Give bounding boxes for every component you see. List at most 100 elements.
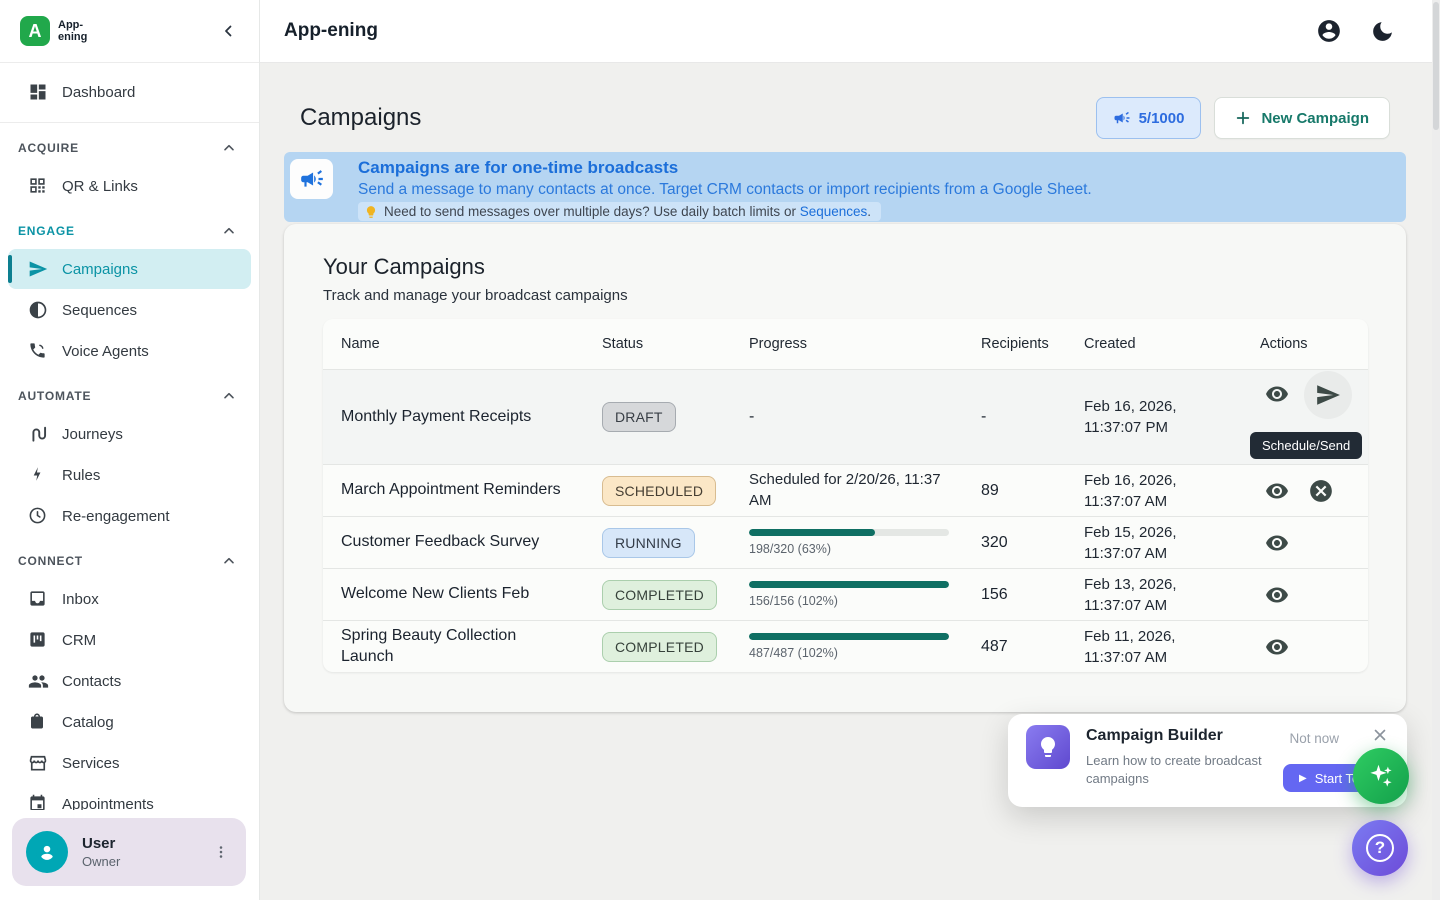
sidebar-item-appointments[interactable]: Appointments — [8, 784, 251, 810]
sidebar-section-connect[interactable]: CONNECT — [0, 544, 259, 578]
actions-cell — [1242, 465, 1368, 516]
progress-bar — [749, 633, 949, 640]
sidebar-item-campaigns[interactable]: Campaigns — [8, 249, 251, 289]
sidebar-divider — [0, 122, 259, 123]
topbar-title: App-ening — [284, 20, 1316, 42]
dark-mode-toggle[interactable] — [1370, 18, 1396, 44]
app-logo-letter: A — [29, 21, 42, 42]
close-button[interactable] — [1371, 724, 1393, 746]
sidebar-item-label: Catalog — [62, 714, 114, 731]
quota-value: 5/1000 — [1139, 110, 1185, 127]
sidebar-item-label: Appointments — [62, 796, 154, 811]
progress-label: 198/320 (63%) — [749, 542, 949, 556]
sidebar-item-label: QR & Links — [62, 178, 138, 195]
col-actions: Actions — [1242, 336, 1368, 352]
campaign-quota-badge[interactable]: 5/1000 — [1096, 97, 1202, 139]
campaign-name: Monthly Payment Receipts — [323, 407, 584, 428]
campaign-name: Spring Beauty Collection Launch — [323, 626, 584, 668]
sidebar-item-contacts[interactable]: Contacts — [8, 661, 251, 701]
view-button[interactable] — [1260, 377, 1294, 411]
progress-cell: 156/156 (102%) — [731, 581, 963, 608]
actions-cell — [1242, 621, 1368, 672]
lightbulb-badge — [1026, 725, 1070, 769]
eye-icon — [1265, 382, 1289, 406]
send-icon — [1315, 382, 1341, 408]
question-mark-icon: ? — [1366, 834, 1394, 862]
progress-bar — [749, 581, 949, 588]
recipients-cell: - — [963, 408, 1066, 426]
view-button[interactable] — [1260, 474, 1294, 508]
sidebar-item-catalog[interactable]: Catalog — [8, 702, 251, 742]
recipients-cell: 156 — [963, 586, 1066, 604]
help-fab[interactable]: ? — [1352, 820, 1408, 876]
chevron-up-icon — [221, 388, 237, 404]
status-badge: SCHEDULED — [602, 476, 716, 506]
recipients-cell: 320 — [963, 534, 1066, 552]
view-button[interactable] — [1260, 578, 1294, 612]
sidebar-item-journeys[interactable]: Journeys — [8, 414, 251, 454]
page-title: Campaigns — [300, 104, 1096, 132]
sidebar-item-label: Contacts — [62, 673, 121, 690]
status-badge: COMPLETED — [602, 632, 717, 662]
sidebar-item-qr-links[interactable]: QR & Links — [8, 166, 251, 206]
moon-icon — [1370, 19, 1396, 44]
sidebar-item-inbox[interactable]: Inbox — [8, 579, 251, 619]
clock-icon — [28, 506, 48, 526]
banner-tip-text: Need to send messages over multiple days… — [384, 204, 871, 219]
sequences-link[interactable]: Sequences — [800, 204, 868, 219]
scrollbar-thumb[interactable] — [1433, 2, 1439, 130]
card-subtitle: Track and manage your broadcast campaign… — [323, 287, 1368, 304]
sidebar-item-voice-agents[interactable]: Voice Agents — [8, 331, 251, 371]
topbar: App-ening — [260, 0, 1440, 63]
user-card[interactable]: User Owner — [12, 818, 246, 886]
sidebar-item-rules[interactable]: Rules — [8, 455, 251, 495]
campaign-name: March Appointment Reminders — [323, 480, 584, 501]
chevron-up-icon — [221, 140, 237, 156]
status-badge: DRAFT — [602, 402, 676, 432]
sidebar-item-sequences[interactable]: Sequences — [8, 290, 251, 330]
scrollbar-track[interactable] — [1432, 0, 1440, 900]
created-cell: Feb 16, 2026, 11:37:07 PM — [1066, 396, 1242, 438]
sidebar-collapse-button[interactable] — [215, 17, 243, 45]
qr-code-icon — [28, 176, 48, 196]
route-icon — [28, 424, 48, 444]
sidebar-section-engage[interactable]: ENGAGE — [0, 214, 259, 248]
sidebar-item-label: Dashboard — [62, 84, 135, 101]
account-button[interactable] — [1316, 18, 1342, 44]
sidebar-item-dashboard[interactable]: Dashboard — [8, 72, 251, 112]
view-button[interactable] — [1260, 526, 1294, 560]
sidebar-item-label: Services — [62, 755, 120, 772]
cancel-button[interactable] — [1304, 474, 1338, 508]
table-row: Spring Beauty Collection Launch COMPLETE… — [323, 620, 1368, 672]
view-button[interactable] — [1260, 630, 1294, 664]
sidebar: A App- ening Dashboard ACQUIRE QR & Link… — [0, 0, 260, 900]
campaigns-table: Name Status Progress Recipients Created … — [323, 319, 1368, 672]
sidebar-item-label: Inbox — [62, 591, 99, 608]
dashboard-icon — [28, 82, 48, 102]
user-menu-button[interactable] — [212, 837, 236, 867]
sidebar-item-re-engagement[interactable]: Re-engagement — [8, 496, 251, 536]
sidebar-item-label: Campaigns — [62, 261, 138, 278]
actions-cell — [1242, 569, 1368, 620]
ai-assistant-fab[interactable] — [1353, 748, 1409, 804]
people-icon — [28, 671, 48, 691]
lightbulb-icon — [1036, 735, 1060, 759]
col-recipients: Recipients — [963, 336, 1066, 352]
megaphone-icon — [1113, 109, 1131, 127]
new-campaign-button[interactable]: New Campaign — [1214, 97, 1390, 139]
sidebar-section-automate[interactable]: AUTOMATE — [0, 379, 259, 413]
popup-title: Campaign Builder — [1086, 727, 1223, 745]
eye-icon — [1265, 479, 1289, 503]
chevron-left-icon — [220, 22, 238, 40]
account-circle-icon — [1316, 18, 1342, 44]
sidebar-nav: Dashboard ACQUIRE QR & Links ENGAGE Camp… — [0, 63, 259, 810]
schedule-send-button[interactable] — [1304, 371, 1352, 419]
not-now-button[interactable]: Not now — [1289, 731, 1339, 746]
created-cell: Feb 13, 2026, 11:37:07 AM — [1066, 574, 1242, 616]
banner-body: Send a message to many contacts at once.… — [358, 181, 1390, 199]
sidebar-item-services[interactable]: Services — [8, 743, 251, 783]
sidebar-section-acquire[interactable]: ACQUIRE — [0, 131, 259, 165]
sidebar-item-crm[interactable]: CRM — [8, 620, 251, 660]
cancel-circle-icon — [1308, 478, 1334, 504]
created-cell: Feb 11, 2026, 11:37:07 AM — [1066, 626, 1242, 668]
